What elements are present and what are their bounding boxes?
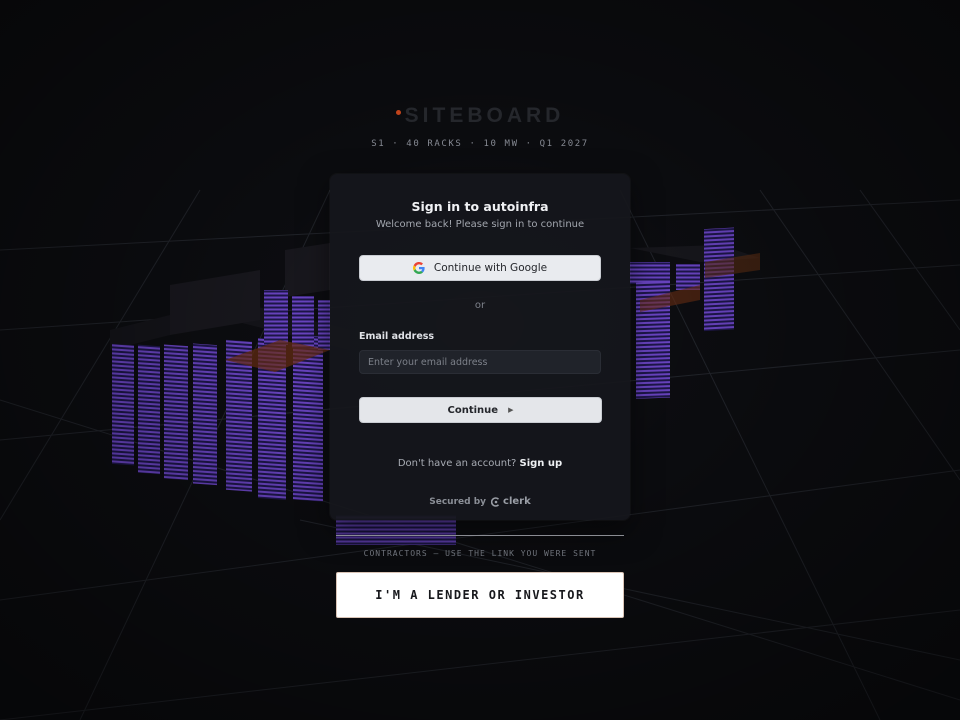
or-divider: or bbox=[474, 300, 486, 311]
brand-title: SITEBOARD bbox=[0, 104, 960, 128]
email-field[interactable] bbox=[359, 350, 601, 374]
secured-by-text: Secured by bbox=[429, 496, 487, 507]
sign-up-link[interactable]: Sign up bbox=[520, 458, 563, 469]
clerk-brand: clerk bbox=[491, 496, 531, 507]
sign-in-card: Sign in to autoinfra Welcome back! Pleas… bbox=[330, 174, 630, 520]
signup-prompt: Don't have an account? Sign up bbox=[330, 458, 630, 469]
contractors-note: CONTRACTORS — USE THE LINK YOU WERE SENT bbox=[363, 549, 597, 558]
brand-subtitle: S1 · 40 RACKS · 10 MW · Q1 2027 bbox=[371, 139, 589, 149]
google-button-label: Continue with Google bbox=[433, 262, 548, 274]
continue-button[interactable]: Continue ▶ bbox=[359, 397, 602, 423]
clerk-name: clerk bbox=[503, 496, 531, 507]
secured-by: Secured by clerk bbox=[330, 496, 630, 507]
brand-dot-icon bbox=[395, 109, 401, 115]
brand-title-text: SITEBOARD bbox=[404, 104, 565, 127]
triangle-right-icon: ▶ bbox=[508, 406, 514, 414]
continue-with-google-button[interactable]: Continue with Google bbox=[359, 255, 601, 281]
lender-investor-button[interactable]: I'M A LENDER OR INVESTOR bbox=[336, 572, 624, 618]
card-title: Sign in to autoinfra bbox=[411, 199, 549, 214]
no-account-text: Don't have an account? bbox=[397, 458, 517, 469]
clerk-logo-icon bbox=[491, 496, 500, 507]
card-subtitle: Welcome back! Please sign in to continue bbox=[375, 219, 585, 230]
continue-button-label: Continue bbox=[447, 404, 499, 416]
section-divider bbox=[336, 535, 624, 536]
email-label: Email address bbox=[359, 331, 435, 342]
google-logo-icon bbox=[412, 262, 425, 274]
